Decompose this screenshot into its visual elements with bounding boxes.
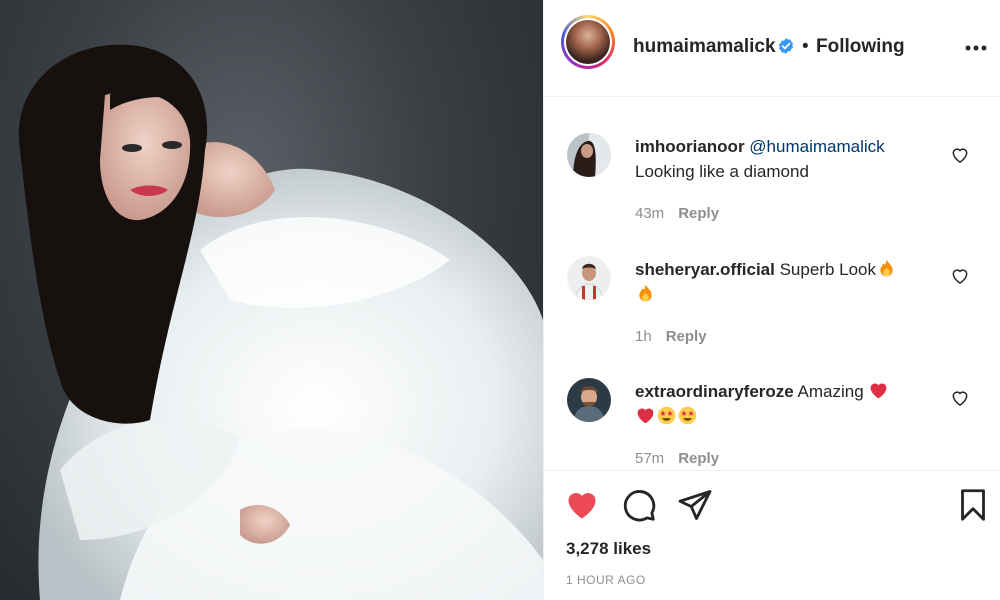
comment-meta: 1h Reply bbox=[635, 328, 707, 345]
comment-username[interactable]: extraordinaryferoze bbox=[635, 382, 794, 401]
author-avatar[interactable] bbox=[561, 15, 615, 69]
post-photo[interactable] bbox=[0, 0, 543, 600]
likes-count[interactable]: 3,278 likes bbox=[566, 539, 651, 559]
comment-text: imhoorianoor @humaimamalick Looking like… bbox=[635, 134, 935, 184]
post-sidebar: humaimamalick • Following imhoorianoor @… bbox=[543, 0, 1000, 600]
fire-emoji-icon bbox=[639, 284, 652, 302]
verified-badge-icon bbox=[778, 38, 794, 54]
comment-mention[interactable]: @humaimamalick bbox=[749, 137, 884, 156]
comments-list[interactable]: imhoorianoor @humaimamalick Looking like… bbox=[544, 98, 1000, 470]
red-heart-emoji-icon bbox=[637, 408, 654, 424]
comment-text: extraordinaryferoze Amazing bbox=[635, 379, 935, 429]
comment-time[interactable]: 57m bbox=[635, 450, 664, 467]
comment-meta: 43m Reply bbox=[635, 205, 719, 222]
post-image bbox=[18, 44, 543, 600]
star-struck-emoji-icon bbox=[657, 406, 676, 425]
comment-time[interactable]: 1h bbox=[635, 328, 652, 345]
red-heart-emoji-icon bbox=[871, 383, 887, 399]
reply-button[interactable]: Reply bbox=[678, 450, 719, 467]
commenter-avatar[interactable] bbox=[567, 378, 611, 422]
comment-bubble-icon[interactable] bbox=[621, 487, 657, 523]
author-username[interactable]: humaimamalick bbox=[633, 36, 776, 58]
heart-outline-icon[interactable] bbox=[950, 266, 970, 286]
comment-body: Superb Look bbox=[779, 260, 876, 279]
header-separator: • bbox=[802, 36, 809, 57]
fire-emoji-icon bbox=[880, 259, 893, 277]
bookmark-icon[interactable] bbox=[955, 487, 991, 523]
more-options-icon[interactable] bbox=[965, 45, 987, 51]
post-header: humaimamalick • Following bbox=[544, 0, 1000, 97]
reply-button[interactable]: Reply bbox=[666, 328, 707, 345]
reply-button[interactable]: Reply bbox=[678, 205, 719, 222]
comment-body: Looking like a diamond bbox=[635, 162, 809, 181]
star-struck-emoji-icon bbox=[678, 406, 697, 425]
post-actions: 3,278 likes 1 HOUR AGO bbox=[544, 470, 1000, 600]
paper-plane-icon[interactable] bbox=[677, 487, 713, 523]
commenter-avatar[interactable] bbox=[567, 256, 611, 300]
post-timestamp[interactable]: 1 HOUR AGO bbox=[566, 573, 646, 587]
heart-outline-icon[interactable] bbox=[950, 145, 970, 165]
comment-body: Amazing bbox=[797, 382, 864, 401]
comment-username[interactable]: imhoorianoor bbox=[635, 137, 745, 156]
comment-time[interactable]: 43m bbox=[635, 205, 664, 222]
comment-meta: 57m Reply bbox=[635, 450, 719, 467]
commenter-avatar[interactable] bbox=[567, 133, 611, 177]
comment-username[interactable]: sheheryar.official bbox=[635, 260, 775, 279]
heart-filled-icon[interactable] bbox=[564, 487, 600, 523]
comment-text: sheheryar.official Superb Look bbox=[635, 257, 935, 307]
following-button[interactable]: Following bbox=[816, 36, 905, 58]
heart-outline-icon[interactable] bbox=[950, 388, 970, 408]
